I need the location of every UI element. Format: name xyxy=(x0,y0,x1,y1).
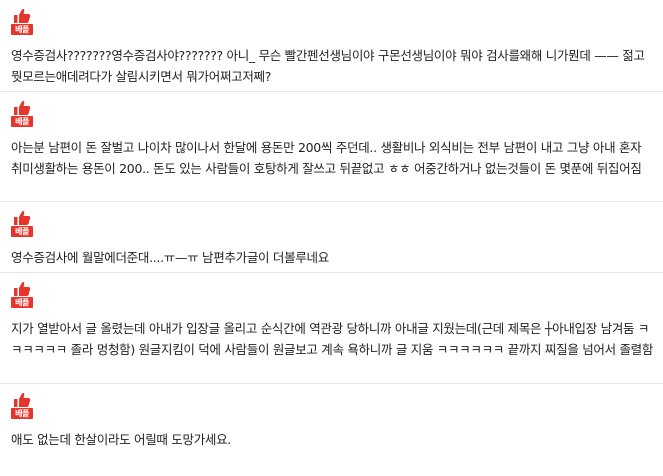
thumbs-up-icon xyxy=(14,100,31,115)
comment-item: 베플 영수증검사???????영수증검사야??????? 아니_ 무슨 빨간펜선… xyxy=(0,0,663,92)
best-badge: 베플 xyxy=(11,100,33,127)
best-comments-list: 베플 영수증검사???????영수증검사야??????? 아니_ 무슨 빨간펜선… xyxy=(0,0,663,476)
thumbs-up-icon xyxy=(14,281,31,296)
best-badge-label: 베플 xyxy=(11,116,33,127)
best-badge-label: 베플 xyxy=(11,297,33,308)
best-badge-label: 베플 xyxy=(11,226,33,237)
thumbs-up-icon xyxy=(14,210,31,225)
comment-text: 지가 열받아서 글 올렸는데 아내가 입장글 올리고 순식간에 역관광 당하니까… xyxy=(11,321,654,357)
best-badge-label: 베플 xyxy=(11,24,33,35)
comment-item: 베플 지가 열받아서 글 올렸는데 아내가 입장글 올리고 순식간에 역관광 당… xyxy=(0,273,663,384)
comment-item: 베플 영수증검사에 월말에더준대....ㅠ—ㅠ 남편추가글이 더볼루네요 xyxy=(0,202,663,273)
best-badge-label: 베플 xyxy=(11,408,33,419)
best-badge: 베플 xyxy=(11,210,33,237)
comment-text: 영수증검사에 월말에더준대....ㅠ—ㅠ 남편추가글이 더볼루네요 xyxy=(11,250,329,265)
thumbs-up-icon xyxy=(14,8,31,23)
comment-item: 베플 애도 없는데 한살이라도 어릴때 도망가세요. xyxy=(0,384,663,476)
comment-text: 아는분 남편이 돈 잘벌고 나이차 많이나서 한달에 용돈만 200씩 주던데.… xyxy=(11,140,642,176)
comment-text: 영수증검사???????영수증검사야??????? 아니_ 무슨 빨간펜선생님이… xyxy=(11,48,645,84)
best-badge: 베플 xyxy=(11,8,33,35)
best-badge: 베플 xyxy=(11,281,33,308)
best-badge: 베플 xyxy=(11,392,33,419)
thumbs-up-icon xyxy=(14,392,31,407)
comment-item: 베플 아는분 남편이 돈 잘벌고 나이차 많이나서 한달에 용돈만 200씩 주… xyxy=(0,92,663,202)
comment-text: 애도 없는데 한살이라도 어릴때 도망가세요. xyxy=(11,432,231,447)
